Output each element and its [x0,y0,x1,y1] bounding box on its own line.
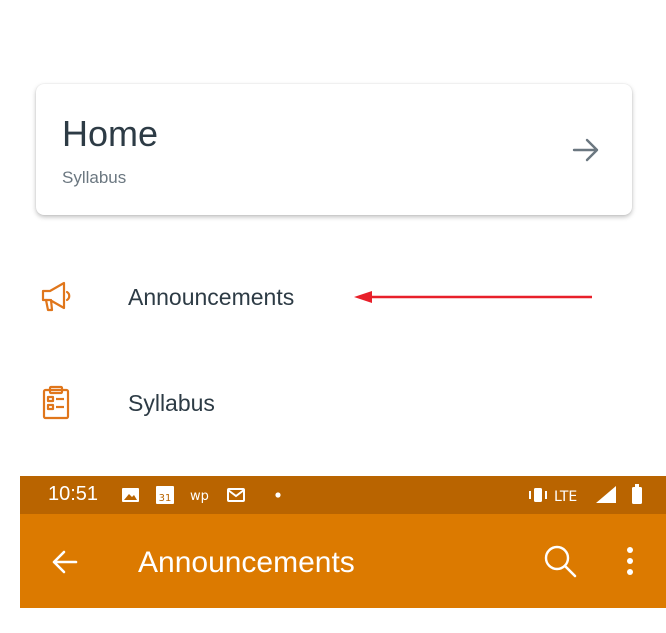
card-title: Home [62,113,159,154]
app-bar-title: Announcements [138,546,355,579]
clipboard-icon [42,385,70,420]
svg-text:31: 31 [159,493,172,504]
card-subtitle: Syllabus [62,168,127,187]
status-time: 10:51 [48,483,99,505]
annotation-arrow [354,291,592,303]
notification-icons: 31 wp [122,486,281,504]
arrow-right-icon [572,138,599,162]
network-type: LTE [554,489,577,505]
app-bar: Announcements [20,514,666,608]
system-status-icons: LTE [529,484,642,505]
nav-item-label: Announcements [128,284,295,310]
search-icon[interactable] [542,543,578,579]
back-arrow-icon[interactable] [50,547,80,577]
app-screenshot: 10:51 31 wp LTE Announcements [20,476,666,633]
nav-item-label: Syllabus [128,390,215,416]
overflow-menu-icon[interactable] [618,545,642,577]
nav-item-syllabus[interactable]: Syllabus [0,372,666,432]
megaphone-icon [41,281,71,312]
svg-text:wp: wp [190,489,209,504]
course-home-card[interactable]: Home Syllabus [36,84,632,215]
status-bar: 10:51 31 wp LTE [20,476,666,514]
